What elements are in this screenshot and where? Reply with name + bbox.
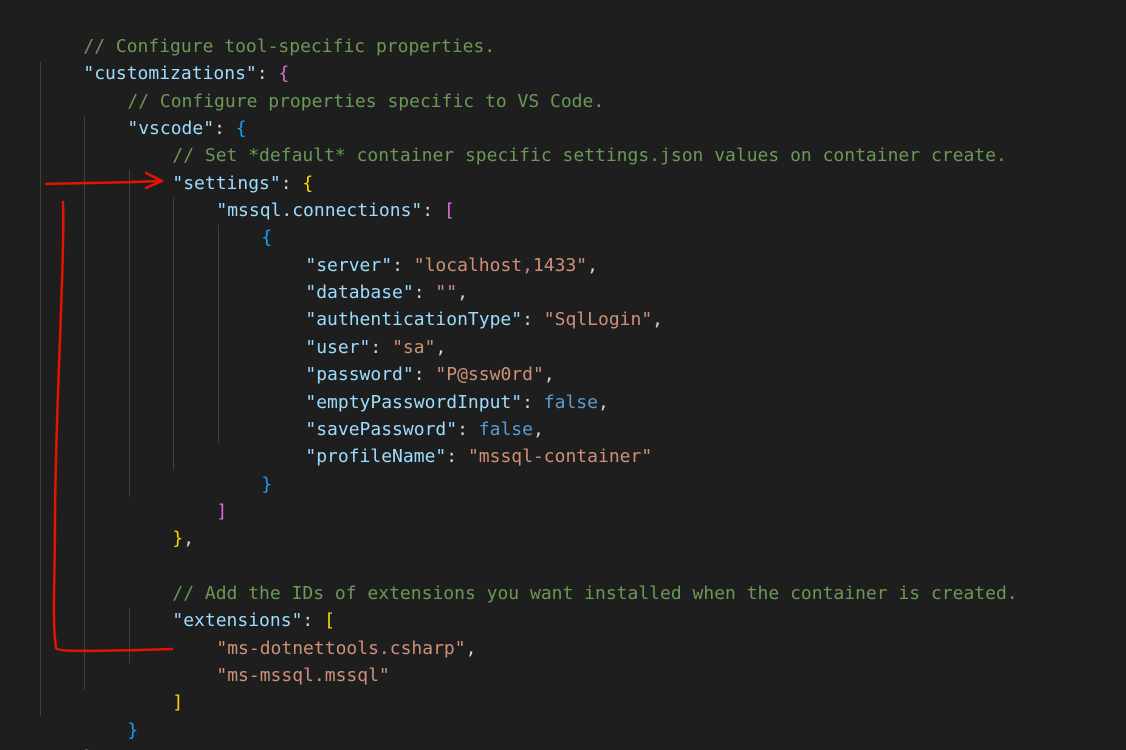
code-line-8: {	[261, 227, 273, 248]
code-line-26: }	[127, 720, 139, 741]
json-string: "ms-mssql.mssql"	[216, 665, 390, 686]
code-line-3: // Configure properties specific to VS C…	[84, 61, 604, 112]
code-line-7: "mssql.connections": [	[216, 200, 455, 221]
code-line-18: ]	[216, 501, 228, 522]
code-line-27: },	[40, 717, 105, 750]
code-line-9: "server": "localhost,1433",	[305, 255, 598, 276]
json-string: "SqlLogin"	[543, 309, 653, 330]
code-line-15: "savePassword": false,	[305, 419, 544, 440]
json-string: "mssql-container"	[467, 446, 653, 467]
code-line-14: "emptyPasswordInput": false,	[305, 392, 609, 413]
code-line-25: ]	[172, 692, 184, 713]
code-line-2: "customizations": {	[83, 63, 290, 84]
code-line-10: "database": "",	[305, 282, 468, 303]
code-line-4: "vscode": {	[127, 118, 247, 139]
code-line-17: }	[261, 474, 273, 495]
indent-guide-2	[84, 116, 85, 690]
code-line-22: "extensions": [	[172, 610, 335, 631]
code-line-19: },	[172, 528, 195, 549]
json-key: "profileName"	[305, 446, 447, 467]
code-line-5: // Set *default* container specific sett…	[129, 115, 1006, 166]
code-editor[interactable]: // Configure tool-specific properties. "…	[0, 0, 1126, 750]
code-line-11: "authenticationType": "SqlLogin",	[305, 309, 664, 330]
code-line-12: "user": "sa",	[305, 337, 447, 358]
code-line-6: "settings": {	[172, 173, 314, 194]
indent-guide-1	[40, 62, 41, 716]
code-line-21: // Add the IDs of extensions you want in…	[129, 553, 1017, 604]
code-line-23: "ms-dotnettools.csharp",	[216, 638, 477, 659]
code-line-16: "profileName": "mssql-container"	[305, 446, 653, 467]
code-line-13: "password": "P@ssw0rd",	[305, 364, 555, 385]
json-boolean: false	[543, 392, 598, 413]
code-line-24: "ms-mssql.mssql"	[173, 635, 389, 686]
code-line-1: // Configure tool-specific properties.	[40, 6, 495, 57]
